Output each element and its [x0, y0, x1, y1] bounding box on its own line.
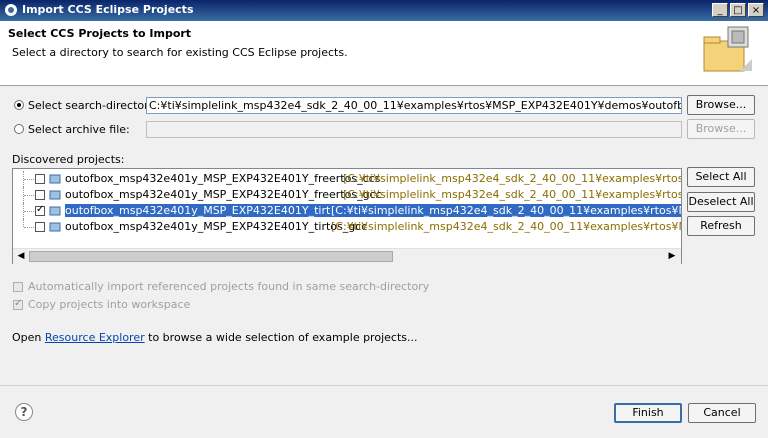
archive-file-radio[interactable] [14, 124, 24, 134]
project-name: outofbox_msp432e401y_MSP_EXP432E401Y_fre… [65, 172, 381, 185]
tree-line [24, 195, 34, 196]
tree-line [24, 227, 34, 228]
maximize-button[interactable]: □ [730, 3, 746, 17]
scroll-right-icon[interactable]: ▶ [665, 250, 679, 263]
project-icon [49, 174, 61, 184]
project-name: outofbox_msp432e401y_MSP_EXP432E401Y_tir… [65, 204, 367, 217]
browse-directory-button[interactable]: Browse... [687, 95, 755, 115]
copy-projects-label: Copy projects into workspace [28, 298, 191, 311]
project-checkbox[interactable] [35, 222, 45, 232]
project-checkbox[interactable] [35, 204, 45, 216]
copy-projects-checkbox[interactable] [13, 298, 23, 310]
project-path: [C:¥ti¥simplelink_msp432e4_sdk_2_40_00_1… [331, 220, 681, 233]
project-row[interactable]: outofbox_msp432e401y_MSP_EXP432E401Y_tir… [13, 219, 681, 235]
project-path: [C:¥ti¥simplelink_msp432e4_sdk_2_40_00_1… [343, 188, 682, 201]
wizard-header: Select CCS Projects to Import Select a d… [0, 21, 768, 86]
project-row[interactable]: outofbox_msp432e401y_MSP_EXP432E401Y_fre… [13, 187, 681, 203]
archive-file-input[interactable] [146, 121, 682, 138]
minimize-button[interactable]: _ [712, 3, 728, 17]
project-icon [49, 190, 61, 200]
discovered-projects-label: Discovered projects: [12, 153, 125, 166]
project-icon [49, 206, 61, 216]
title-bar: Import CCS Eclipse Projects _ □ × [0, 0, 768, 21]
resource-explorer-link[interactable]: Resource Explorer [45, 331, 145, 344]
project-name: outofbox_msp432e401y_MSP_EXP432E401Y_fre… [65, 188, 382, 201]
refresh-button[interactable]: Refresh [687, 216, 755, 236]
project-checkbox[interactable] [35, 190, 45, 200]
tree-line [24, 179, 34, 180]
project-name: outofbox_msp432e401y_MSP_EXP432E401Y_tir… [65, 220, 368, 233]
resource-explorer-prefix: Open [12, 331, 45, 344]
close-button[interactable]: × [748, 3, 764, 17]
horizontal-scrollbar[interactable]: ◀ ▶ [13, 248, 681, 264]
select-all-button[interactable]: Select All [687, 167, 755, 187]
deselect-all-button[interactable]: Deselect All [687, 192, 755, 212]
auto-import-checkbox[interactable] [13, 282, 23, 292]
search-directory-radio[interactable] [14, 100, 24, 110]
browse-archive-button[interactable]: Browse... [687, 119, 755, 139]
search-directory-input[interactable]: C:¥ti¥simplelink_msp432e4_sdk_2_40_00_11… [146, 97, 682, 114]
help-icon[interactable]: ? [15, 403, 33, 421]
resource-explorer-suffix: to browse a wide selection of example pr… [144, 331, 418, 344]
header-title: Select CCS Projects to Import [8, 27, 192, 40]
archive-file-label: Select archive file: [28, 123, 130, 136]
project-path: [C:¥ti¥simplelink_msp432e4_sdk_2_40_00_1… [331, 204, 681, 217]
finish-button[interactable]: Finish [614, 403, 682, 423]
folder-import-icon [703, 26, 752, 72]
resource-explorer-text: Open Resource Explorer to browse a wide … [12, 331, 417, 344]
cancel-button[interactable]: Cancel [688, 403, 756, 423]
auto-import-label: Automatically import referenced projects… [28, 280, 430, 293]
scroll-left-icon[interactable]: ◀ [14, 250, 28, 263]
search-directory-label: Select search-directory: [28, 99, 159, 112]
project-path: [C:¥ti¥simplelink_msp432e4_sdk_2_40_00_1… [343, 172, 682, 185]
project-row[interactable]: outofbox_msp432e401y_MSP_EXP432E401Y_tir… [13, 203, 681, 219]
window-title: Import CCS Eclipse Projects [22, 3, 194, 16]
header-description: Select a directory to search for existin… [12, 46, 348, 59]
tree-line [24, 211, 34, 212]
project-icon [49, 222, 61, 232]
scrollbar-thumb[interactable] [29, 251, 393, 262]
project-checkbox[interactable] [35, 174, 45, 184]
project-row[interactable]: outofbox_msp432e401y_MSP_EXP432E401Y_fre… [13, 171, 681, 187]
eclipse-icon [5, 4, 17, 16]
tree-line [23, 219, 25, 227]
